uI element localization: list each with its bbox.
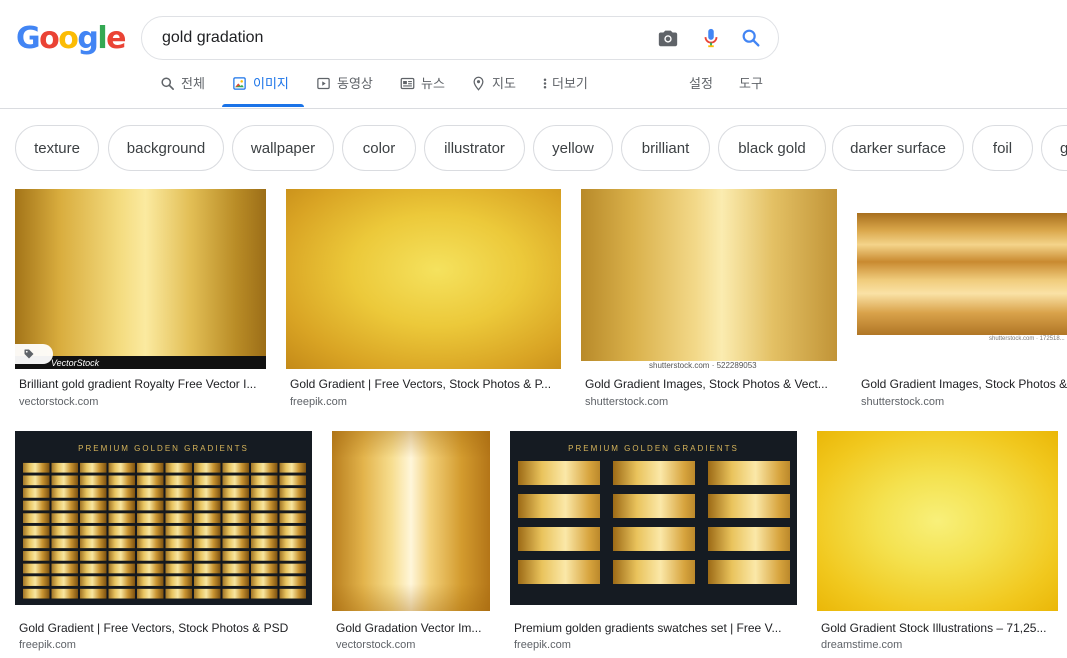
chip-brilliant[interactable]: brilliant	[621, 125, 710, 171]
tab-label: 지도	[492, 76, 516, 91]
result-source: dreamstime.com	[821, 639, 903, 651]
related-searches-chips: texture background wallpaper color illus…	[15, 125, 1067, 173]
result-title[interactable]: Premium golden gradients swatches set | …	[514, 620, 795, 636]
tab-label: 더보기	[552, 76, 588, 91]
image-caption: PREMIUM GOLDEN GRADIENTS	[78, 444, 249, 453]
tab-news[interactable]: 뉴스	[400, 74, 445, 108]
image-result[interactable]: VectorStock Brilliant gold gradient Roya…	[15, 189, 266, 415]
video-icon	[317, 77, 330, 90]
chip-wallpaper[interactable]: wallpaper	[232, 125, 334, 171]
result-source: vectorstock.com	[336, 639, 416, 651]
result-title[interactable]: Gold Gradation Vector Im...	[336, 620, 488, 636]
result-thumbnail[interactable]: VectorStock	[15, 189, 266, 369]
image-result[interactable]: PREMIUM GOLDEN GRADIENTS Premium golden …	[510, 431, 797, 658]
search-icon	[161, 77, 174, 90]
image-result[interactable]: Gold Gradient Stock Illustrations – 71,2…	[817, 431, 1058, 658]
result-source: shutterstock.com	[861, 396, 945, 408]
chip-background[interactable]: background	[108, 125, 224, 171]
tab-label: 뉴스	[421, 76, 445, 91]
image-result[interactable]: Gold Gradation Vector Im... vectorstock.…	[332, 431, 490, 658]
result-source: shutterstock.com	[585, 396, 669, 408]
settings-label: 설정	[689, 76, 713, 91]
image-result[interactable]: PREMIUM GOLDEN GRADIENTS Gold Gradient |…	[15, 431, 312, 658]
result-thumbnail[interactable]: shutterstock.com · 522289053	[581, 189, 837, 369]
tab-label: 이미지	[253, 76, 289, 91]
result-source: freepik.com	[19, 639, 76, 651]
watermark: VectorStock	[51, 358, 100, 368]
result-thumbnail[interactable]: PREMIUM GOLDEN GRADIENTS	[15, 431, 312, 605]
result-thumbnail[interactable]: PREMIUM GOLDEN GRADIENTS	[510, 431, 797, 605]
tools-button[interactable]: 도구	[739, 74, 763, 108]
logo-letter: l	[97, 21, 107, 56]
image-caption: PREMIUM GOLDEN GRADIENTS	[568, 444, 739, 453]
watermark: shutterstock.com · 522289053	[649, 361, 757, 369]
logo-letter: o	[39, 21, 60, 56]
chip-foil[interactable]: foil	[972, 125, 1033, 171]
logo-letter: g	[77, 21, 98, 56]
chip-yellow[interactable]: yellow	[533, 125, 613, 171]
search-input[interactable]: gold gradation	[162, 17, 263, 59]
image-result[interactable]: Gold Gradient | Free Vectors, Stock Phot…	[286, 189, 561, 415]
result-title[interactable]: Gold Gradient Images, Stock Photos & Vec…	[585, 376, 835, 392]
result-thumbnail[interactable]	[286, 189, 561, 369]
google-logo[interactable]: Google	[16, 21, 127, 56]
result-title[interactable]: Gold Gradient | Free Vectors, Stock Phot…	[290, 376, 558, 392]
search-box[interactable]: gold gradation	[141, 16, 779, 60]
tab-images[interactable]: 이미지	[232, 74, 289, 108]
chip-more[interactable]: g	[1041, 125, 1067, 171]
camera-icon[interactable]	[657, 27, 679, 49]
result-title[interactable]: Gold Gradient | Free Vectors, Stock Phot…	[19, 620, 309, 636]
image-result[interactable]: shutterstock.com · 172518... Gold Gradie…	[857, 189, 1067, 415]
image-result[interactable]: shutterstock.com · 522289053 Gold Gradie…	[581, 189, 837, 415]
swatch-grid	[21, 460, 306, 599]
tools-label: 도구	[739, 76, 763, 91]
search-icon[interactable]	[740, 27, 762, 49]
tab-more[interactable]: 더보기	[540, 74, 588, 108]
header-divider	[0, 108, 1067, 109]
product-tag-icon	[15, 344, 53, 364]
result-title[interactable]: Gold Gradient Stock Illustrations – 71,2…	[821, 620, 1058, 636]
watermark: shutterstock.com · 172518...	[989, 336, 1065, 342]
tab-videos[interactable]: 동영상	[316, 74, 373, 108]
result-source: freepik.com	[290, 396, 347, 408]
map-pin-icon	[473, 76, 484, 91]
news-icon	[400, 77, 415, 90]
tab-all[interactable]: 전체	[160, 74, 205, 108]
result-title[interactable]: Brilliant gold gradient Royalty Free Vec…	[19, 376, 266, 392]
swatch-grid	[518, 461, 791, 593]
image-icon	[233, 77, 246, 90]
result-thumbnail[interactable]	[817, 431, 1058, 611]
logo-letter: G	[16, 21, 41, 56]
chip-black-gold[interactable]: black gold	[718, 125, 826, 171]
chip-darker-surface[interactable]: darker surface	[832, 125, 964, 171]
result-source: vectorstock.com	[19, 396, 99, 408]
tab-maps[interactable]: 지도	[471, 74, 516, 108]
more-vert-icon	[543, 78, 547, 89]
result-title[interactable]: Gold Gradient Images, Stock Photos & V	[861, 376, 1067, 392]
settings-button[interactable]: 설정	[689, 74, 713, 108]
result-thumbnail[interactable]	[332, 431, 490, 611]
tab-label: 전체	[181, 76, 205, 91]
logo-letter: o	[58, 21, 79, 56]
active-tab-indicator	[222, 104, 304, 107]
tab-label: 동영상	[337, 76, 373, 91]
result-source: freepik.com	[514, 639, 571, 651]
chip-color[interactable]: color	[342, 125, 416, 171]
chip-texture[interactable]: texture	[15, 125, 99, 171]
mic-icon[interactable]	[700, 27, 722, 49]
result-thumbnail[interactable]: shutterstock.com · 172518...	[857, 189, 1067, 369]
logo-letter: e	[106, 21, 126, 56]
chip-illustrator[interactable]: illustrator	[424, 125, 525, 171]
